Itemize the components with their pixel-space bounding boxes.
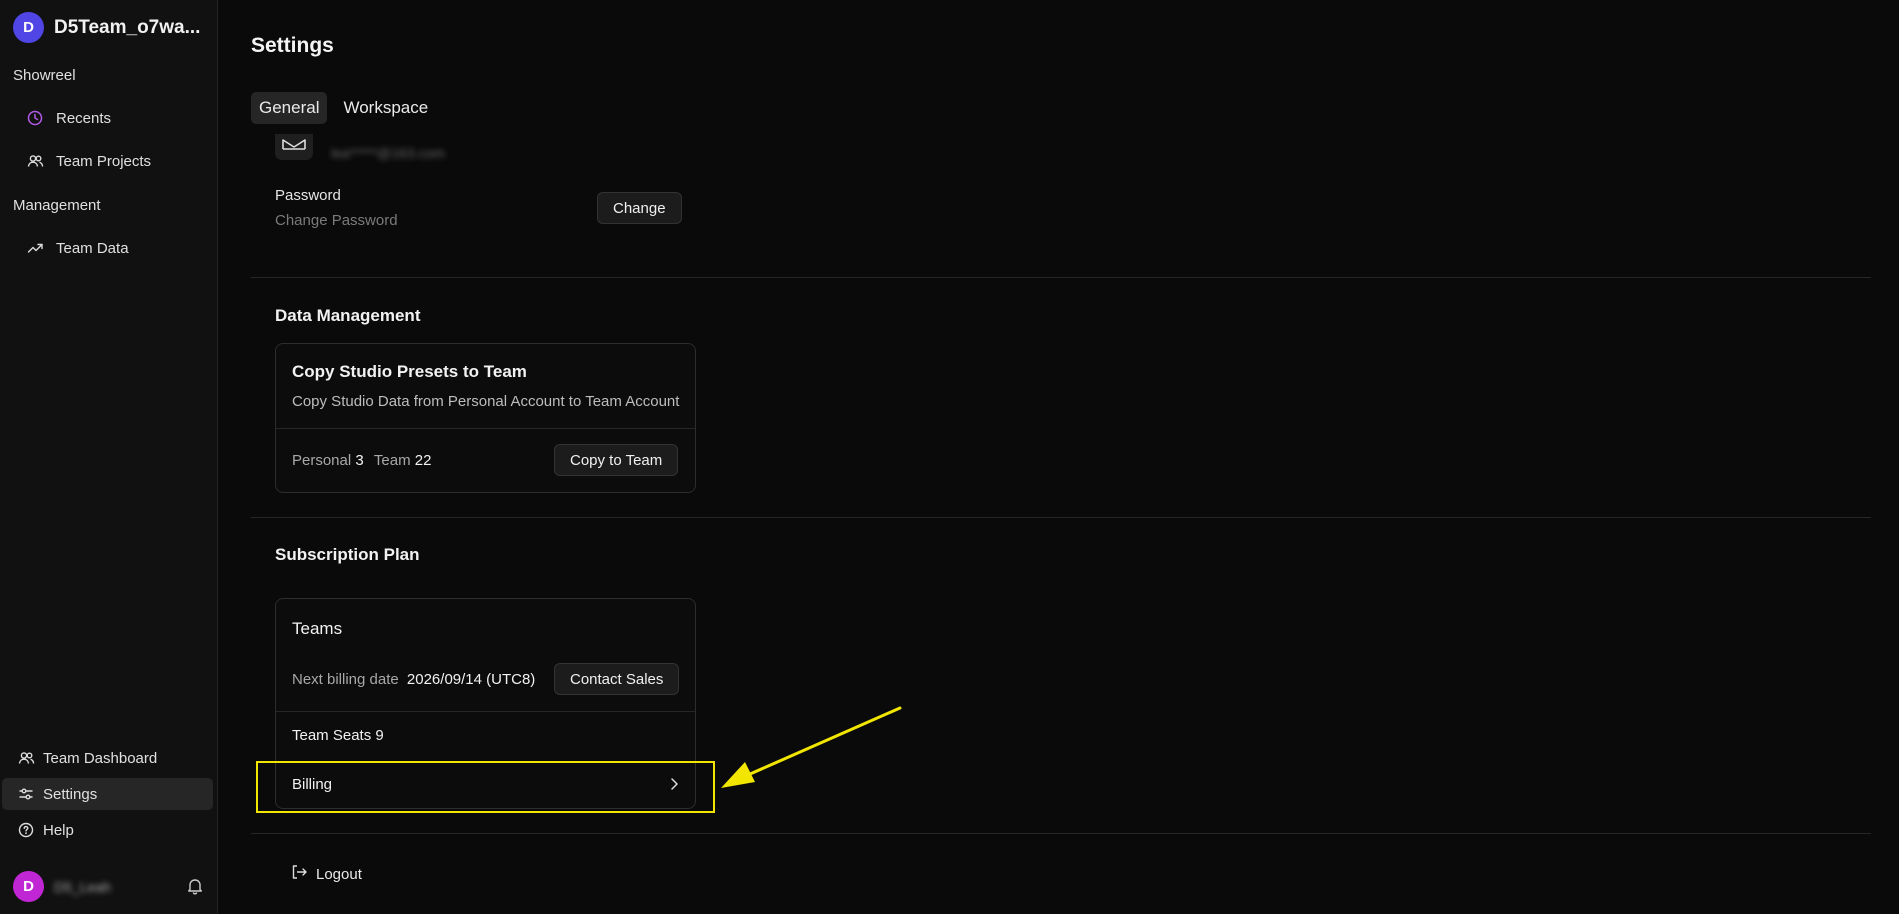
sidebar-item-label: Settings (43, 785, 98, 803)
annotation-arrow (721, 706, 902, 788)
sidebar-item-label: Team Projects (56, 152, 152, 170)
subscription-title: Subscription Plan (275, 545, 420, 564)
seats-count: 9 (375, 727, 384, 744)
card-title: Copy Studio Presets to Team (292, 362, 527, 381)
divider (251, 517, 1871, 518)
sidebar-item-label: Team Dashboard (43, 749, 158, 767)
personal-count: 3 (355, 452, 364, 469)
team-count: 22 (414, 452, 432, 469)
copy-presets-card: Copy Studio Presets to Team Copy Studio … (275, 343, 696, 493)
sidebar-item-team-dashboard[interactable]: Team Dashboard (2, 742, 213, 774)
card-description: Copy Studio Data from Personal Account t… (292, 393, 680, 410)
user-profile[interactable]: D D5_Leah (13, 871, 203, 902)
preset-counts: Personal 3 Team 22 (292, 452, 431, 469)
help-circle-icon (17, 821, 35, 839)
clock-icon (26, 109, 44, 127)
sidebar-item-team-projects[interactable]: Team Projects (2, 145, 213, 177)
mail-icon (275, 134, 313, 160)
divider (251, 833, 1871, 834)
logout-icon (291, 864, 308, 884)
email-text: lea*****@163.com (331, 145, 445, 161)
team-label: Team (373, 452, 411, 469)
annotation-highlight-box (256, 761, 715, 813)
billing-label: Next billing date (292, 671, 399, 688)
settings-tabs: General Workspace (251, 92, 436, 124)
team-switcher[interactable]: D D5Team_o7wa... (13, 12, 200, 43)
copy-to-team-button[interactable]: Copy to Team (554, 444, 679, 476)
data-management-title: Data Management (275, 306, 421, 325)
page-title: Settings (251, 34, 334, 57)
divider (251, 277, 1871, 278)
sidebar-item-label: Help (43, 821, 74, 839)
sidebar-item-label: Recents (56, 109, 112, 127)
trend-up-icon (26, 239, 44, 257)
sidebar: D D5Team_o7wa... Showreel Recents Team P… (0, 0, 218, 914)
personal-label: Personal (292, 452, 352, 469)
bell-icon[interactable] (187, 877, 203, 900)
user-name: D5_Leah (54, 878, 111, 895)
billing-info: Next billing date 2026/09/14 (UTC8) (292, 671, 535, 688)
seats-label: Team Seats (292, 727, 372, 744)
user-avatar: D (13, 871, 44, 902)
team-avatar: D (13, 12, 44, 43)
card-divider (276, 711, 695, 712)
contact-sales-button[interactable]: Contact Sales (554, 663, 680, 695)
team-name: D5Team_o7wa... (54, 16, 201, 38)
users-icon (26, 152, 44, 170)
team-seats: Team Seats 9 (292, 727, 384, 744)
logout-button[interactable]: Logout (291, 864, 362, 884)
plan-name: Teams (292, 619, 343, 638)
password-label: Password (275, 187, 341, 204)
password-sub: Change Password (275, 212, 398, 229)
sidebar-item-label: Team Data (56, 239, 129, 257)
users-icon (17, 749, 35, 767)
card-divider (276, 428, 695, 429)
sidebar-item-recents[interactable]: Recents (2, 102, 213, 134)
sidebar-item-help[interactable]: Help (2, 814, 213, 846)
section-management: Management (13, 197, 101, 214)
section-showreel: Showreel (13, 67, 76, 84)
sidebar-item-team-data[interactable]: Team Data (2, 232, 213, 264)
tab-workspace[interactable]: Workspace (335, 92, 436, 124)
sliders-icon (17, 785, 35, 803)
billing-date: 2026/09/14 (UTC8) (406, 671, 536, 688)
logout-label: Logout (316, 865, 362, 883)
sidebar-item-settings[interactable]: Settings (2, 778, 213, 810)
tab-general[interactable]: General (251, 92, 328, 124)
change-password-button[interactable]: Change (597, 192, 682, 224)
